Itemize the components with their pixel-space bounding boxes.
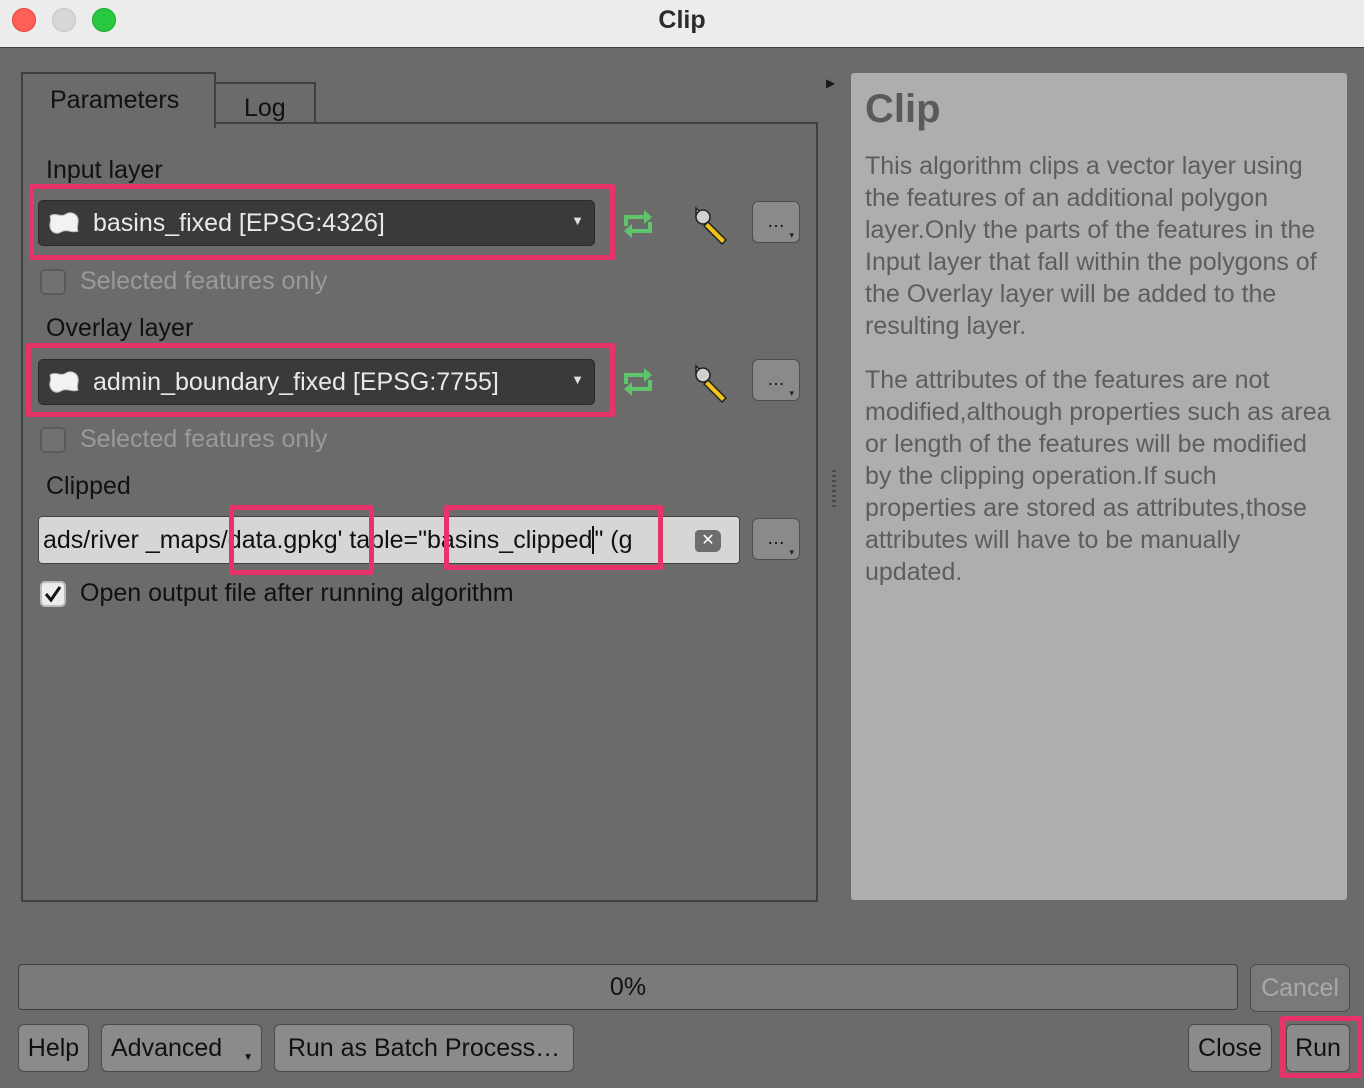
clipped-more-button[interactable]: … ▾	[752, 518, 800, 560]
input-selected-only-checkbox[interactable]	[40, 269, 66, 295]
run-button[interactable]: Run	[1286, 1024, 1350, 1072]
title-bar: Clip	[0, 0, 1364, 48]
dropdown-arrow-icon: ▼	[243, 1052, 253, 1063]
tab-log[interactable]: Log	[214, 82, 316, 124]
help-button[interactable]: Help	[18, 1024, 89, 1072]
overlay-selected-only-label: Selected features only	[80, 425, 328, 453]
open-output-checkbox[interactable]	[40, 581, 66, 607]
input-selected-only-label: Selected features only	[80, 267, 328, 295]
close-button[interactable]: Close	[1188, 1024, 1272, 1072]
run-batch-button[interactable]: Run as Batch Process…	[274, 1024, 574, 1072]
polygon-layer-icon	[49, 212, 79, 234]
overlay-layer-label: Overlay layer	[46, 314, 194, 342]
input-layer-value: basins_fixed [EPSG:4326]	[93, 208, 385, 237]
overlay-layer-combo[interactable]: admin_boundary_fixed [EPSG:7755] ▼	[38, 359, 595, 405]
tab-parameters[interactable]: Parameters	[21, 72, 216, 128]
collapse-arrow-icon[interactable]: ▶	[826, 76, 835, 90]
input-layer-combo[interactable]: basins_fixed [EPSG:4326] ▼	[38, 200, 595, 246]
clear-text-icon[interactable]: ✕	[695, 530, 721, 552]
help-paragraph-1: This algorithm clips a vector layer usin…	[865, 152, 1317, 340]
progress-bar: 0%	[18, 964, 1238, 1010]
input-layer-label: Input layer	[46, 156, 163, 184]
clipped-output-path-input[interactable]: ads/river _maps/data.gpkg' table="basins…	[38, 516, 740, 564]
window-title: Clip	[658, 6, 706, 34]
splitter-handle[interactable]	[832, 470, 836, 510]
dropdown-arrow-icon: ▼	[571, 213, 584, 228]
advanced-button[interactable]: Advanced ▼	[101, 1024, 262, 1072]
help-paragraph-2: The attributes of the features are not m…	[865, 366, 1331, 586]
checkmark-icon	[44, 586, 62, 603]
iterate-refresh-icon[interactable]	[618, 206, 658, 242]
overlay-layer-value: admin_boundary_fixed [EPSG:7755]	[93, 367, 499, 396]
wrench-icon[interactable]	[690, 362, 732, 404]
wrench-icon[interactable]	[690, 204, 732, 246]
help-title: Clip	[865, 87, 941, 131]
dropdown-arrow-icon: ▼	[571, 372, 584, 387]
overlay-layer-more-button[interactable]: … ▾	[752, 359, 800, 401]
overlay-selected-only-checkbox[interactable]	[40, 427, 66, 453]
polygon-layer-icon	[49, 371, 79, 393]
clipped-label: Clipped	[46, 472, 131, 500]
open-output-label: Open output file after running algorithm	[80, 579, 514, 607]
input-layer-more-button[interactable]: … ▾	[752, 201, 800, 243]
cancel-button[interactable]: Cancel	[1250, 964, 1350, 1012]
iterate-refresh-icon[interactable]	[618, 364, 658, 400]
help-panel: Clip This algorithm clips a vector layer…	[851, 73, 1347, 900]
